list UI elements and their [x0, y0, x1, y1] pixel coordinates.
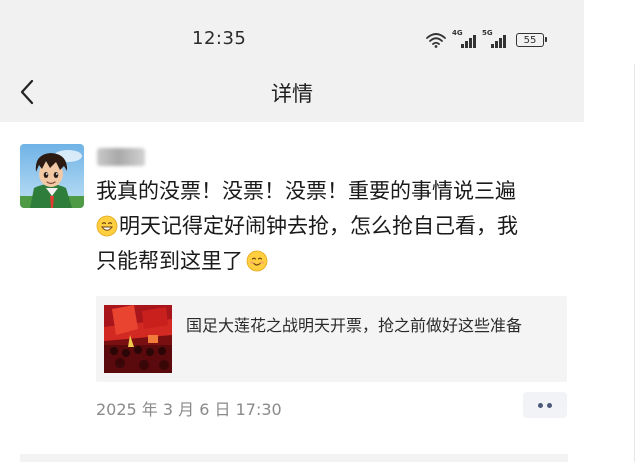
- signal-icon: 5G: [482, 29, 506, 48]
- post-timestamp: 2025 年 3 月 6 日 17:30: [96, 400, 282, 419]
- status-icons: 4G 5G 55: [426, 28, 547, 48]
- signal-icon: 4G: [452, 29, 476, 48]
- post-text-segment: 只能帮到这里了: [96, 249, 243, 273]
- post-text-line: 我真的没票！没票！没票！重要的事情说三遍: [96, 179, 516, 203]
- next-section-edge: [20, 454, 568, 462]
- avatar[interactable]: [20, 144, 84, 208]
- smile-emoji-icon: [246, 250, 268, 272]
- more-dots-icon: [538, 403, 543, 408]
- username-blurred[interactable]: [97, 148, 145, 166]
- post-body: 我真的没票！没票！没票！重要的事情说三遍 明天记得定好闹钟去抢，怎么抢自己看，我…: [96, 174, 574, 279]
- status-time: 12:35: [192, 28, 247, 49]
- article-title: 国足大莲花之战明天开票，抢之前做好这些准备: [186, 316, 523, 335]
- battery-level: 55: [523, 34, 537, 46]
- grin-emoji-icon: [96, 215, 118, 237]
- more-dots-icon: [547, 403, 552, 408]
- battery-icon: 55: [516, 33, 547, 47]
- post-card: 我真的没票！没票！没票！重要的事情说三遍 明天记得定好闹钟去抢，怎么抢自己看，我…: [0, 124, 584, 462]
- post-text-line: 明天记得定好闹钟去抢，怎么抢自己看，我: [96, 209, 574, 244]
- right-divider: [634, 64, 635, 462]
- page-title: 详情: [271, 82, 313, 106]
- nav-bar: 详情: [0, 64, 584, 122]
- article-thumbnail: [104, 305, 172, 373]
- shared-article-card[interactable]: 国足大莲花之战明天开票，抢之前做好这些准备: [96, 296, 567, 382]
- screen: 12:35 4G 5G 55 详情 我真的没票！没票！没票！重要的事情说三遍 明…: [0, 0, 639, 462]
- post-text-line: 只能帮到这里了: [96, 244, 574, 279]
- post-text-segment: 明天记得定好闹钟去抢，怎么抢自己看，我: [119, 214, 518, 238]
- stadium-crowd-image: [104, 305, 172, 373]
- more-options-button[interactable]: [523, 392, 567, 418]
- status-bar: 12:35 4G 5G 55: [0, 0, 584, 64]
- wifi-icon: [426, 33, 446, 48]
- phone-view: 12:35 4G 5G 55 详情 我真的没票！没票！没票！重要的事情说三遍 明…: [0, 0, 584, 462]
- avatar-image: [20, 144, 84, 208]
